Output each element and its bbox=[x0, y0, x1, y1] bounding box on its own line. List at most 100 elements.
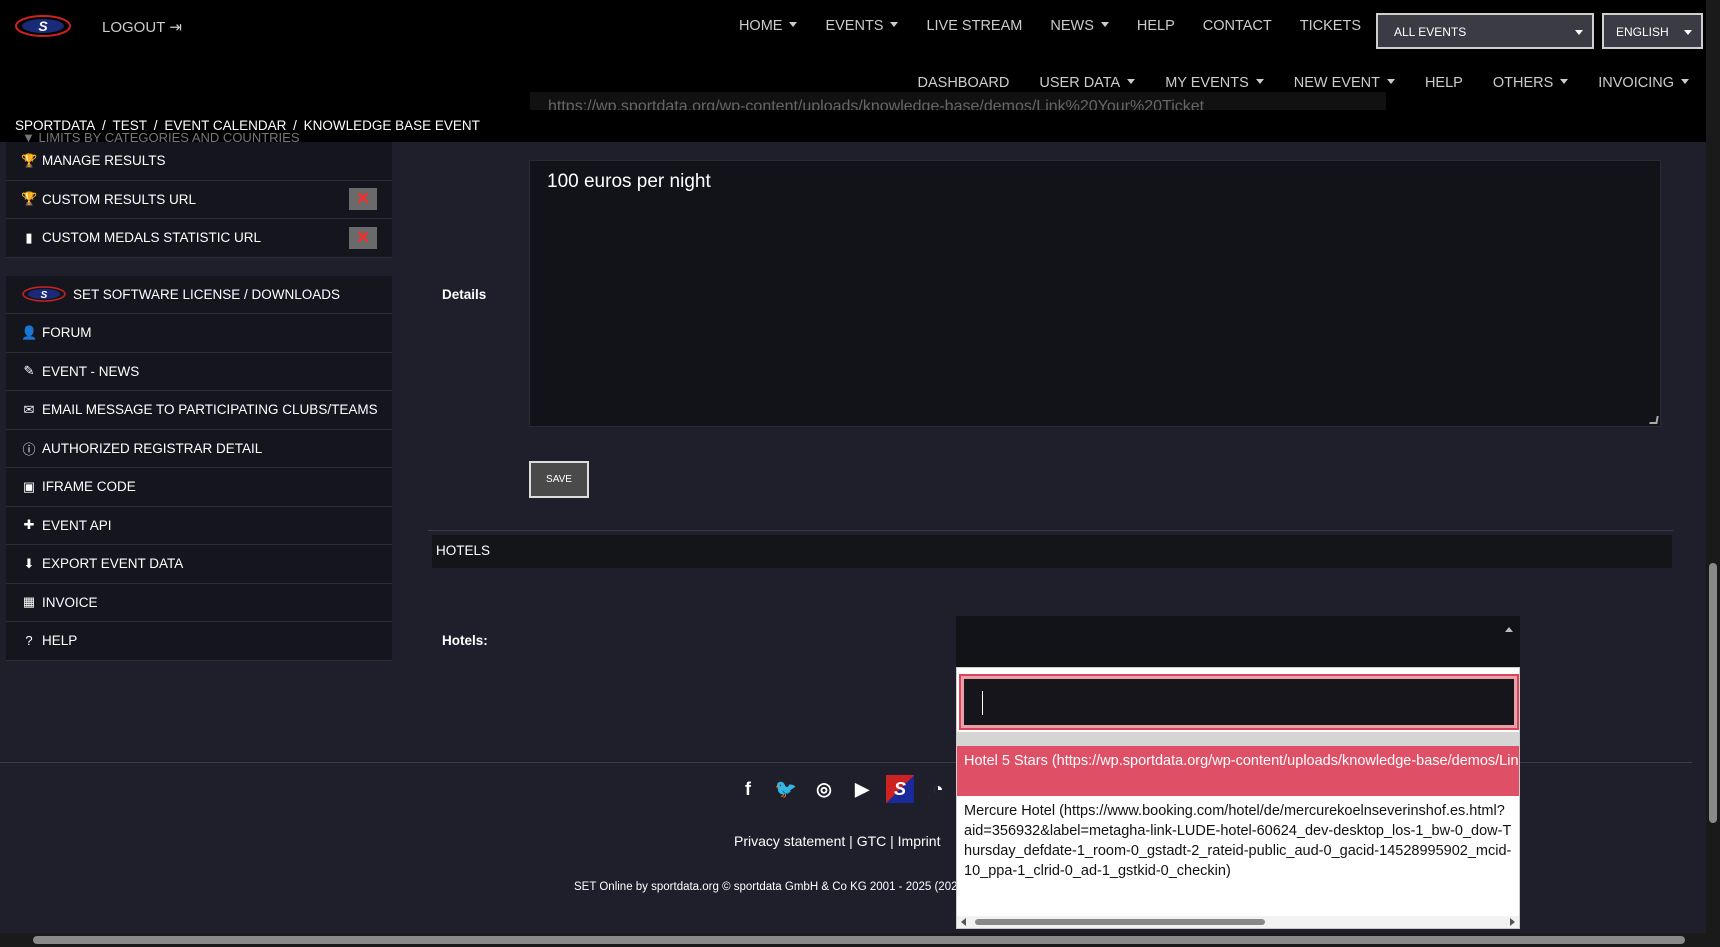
footer-copyright: SET Online by sportdata.org © sportdata … bbox=[574, 881, 964, 893]
scrollbar-thumb[interactable] bbox=[975, 919, 1265, 925]
nav-item-events[interactable]: EVENTS bbox=[825, 18, 898, 34]
top-navbar: S LOGOUT ⇥ HOME EVENTS LIVE STREAM NEWS HELP… bbox=[0, 0, 1706, 56]
scroll-left-icon[interactable] bbox=[961, 918, 966, 926]
subnav-item-user-data[interactable]: USER DATA bbox=[1039, 75, 1135, 91]
hotel-options: Hotel 5 Stars (https://wp.sportdata.org/… bbox=[957, 746, 1519, 902]
page-vertical-scrollbar[interactable] bbox=[1706, 0, 1720, 933]
hotels-section-header: HOTELS bbox=[432, 535, 1672, 568]
dropdown-horizontal-scrollbar[interactable] bbox=[957, 916, 1519, 928]
faded-limits-text: LIMITS BY CATEGORIES AND COUNTRIES bbox=[38, 130, 300, 145]
events-select[interactable]: ALL EVENTS bbox=[1376, 13, 1594, 49]
footer-link-separator: | bbox=[845, 833, 857, 849]
resize-handle[interactable] bbox=[1649, 416, 1659, 424]
sidebar-item-label: IFRAME CODE bbox=[42, 479, 136, 495]
envelope-icon: ✉ bbox=[23, 401, 35, 417]
footer-link-privacy-statement[interactable]: Privacy statement bbox=[734, 833, 845, 849]
nav-item-contact[interactable]: CONTACT bbox=[1203, 18, 1272, 34]
subnav-item-dashboard[interactable]: DASHBOARD bbox=[918, 75, 1010, 91]
dropdown-search-wrap bbox=[957, 668, 1519, 746]
hotel-option[interactable]: Mercure Hotel (https://www.booking.com/h… bbox=[957, 796, 1519, 902]
social-links: f 🐦 ◎ ▶ S ◔ bbox=[734, 775, 952, 803]
sidebar-item-event-news[interactable]: ✎ EVENT - NEWS bbox=[6, 353, 392, 391]
faded-limits-item: ▼ LIMITS BY CATEGORIES AND COUNTRIES bbox=[22, 130, 300, 145]
sidebar-group-results: 🏆 MANAGE RESULTS 🏆 CUSTOM RESULTS URL ✕ ▮ CUST… bbox=[6, 142, 392, 258]
horizontal-scrollbar-thumb[interactable] bbox=[33, 936, 1685, 944]
hotels-dropdown: Hotel 5 Stars (https://wp.sportdata.org/… bbox=[956, 667, 1520, 929]
rss-icon[interactable]: ◔ bbox=[924, 775, 952, 803]
page-horizontal-scrollbar[interactable] bbox=[0, 933, 1720, 947]
details-textarea[interactable]: 100 euros per night bbox=[529, 160, 1661, 427]
sidebar-item-help[interactable]: ? HELP bbox=[6, 622, 392, 661]
scroll-right-icon[interactable] bbox=[1510, 918, 1515, 926]
bar-chart-icon: ▮ bbox=[25, 229, 33, 245]
sidebar-item-event-api[interactable]: ✚ EVENT API bbox=[6, 507, 392, 545]
subnav-item-invoicing[interactable]: INVOICING bbox=[1598, 75, 1689, 91]
nav-item-home[interactable]: HOME bbox=[739, 18, 798, 34]
logout-icon: ⇥ bbox=[169, 19, 182, 36]
sidebar-item-invoice[interactable]: ▦ INVOICE bbox=[6, 584, 392, 622]
footer-link-gtc[interactable]: GTC bbox=[857, 833, 887, 849]
nav-item-help[interactable]: HELP bbox=[1137, 18, 1175, 34]
sidebar-item-manage-results[interactable]: 🏆 MANAGE RESULTS bbox=[6, 142, 392, 181]
sidebar-item-iframe-code[interactable]: ▣ IFRAME CODE bbox=[6, 468, 392, 507]
logout-link[interactable]: LOGOUT ⇥ bbox=[102, 18, 182, 37]
footer-link-separator: | bbox=[886, 833, 898, 849]
facebook-icon[interactable]: f bbox=[734, 775, 762, 803]
breadcrumb-item[interactable]: KNOWLEDGE BASE EVENT bbox=[304, 118, 480, 133]
hotels-label: Hotels: bbox=[442, 633, 488, 648]
details-value: 100 euros per night bbox=[547, 171, 711, 192]
sidebar-item-label: EVENT - NEWS bbox=[42, 363, 140, 379]
news-icon: ✎ bbox=[23, 363, 35, 379]
footer-links: Privacy statement | GTC | Imprint bbox=[734, 833, 940, 849]
puzzle-icon: ✚ bbox=[23, 517, 35, 533]
sidebar: 🏆 MANAGE RESULTS 🏆 CUSTOM RESULTS URL ✕ ▮ CUST… bbox=[6, 142, 392, 661]
delete-icon[interactable]: ✕ bbox=[349, 226, 377, 249]
sidebar-item-custom-medals-statistic-url[interactable]: ▮ CUSTOM MEDALS STATISTIC URL ✕ bbox=[6, 219, 392, 258]
language-select[interactable]: ENGLISH bbox=[1602, 13, 1703, 49]
subnav-item-help[interactable]: HELP bbox=[1425, 75, 1463, 91]
sidebar-item-label: AUTHORIZED REGISTRAR DETAIL bbox=[42, 440, 263, 456]
invoice-icon: ▦ bbox=[22, 594, 36, 610]
youtube-icon[interactable]: ▶ bbox=[848, 775, 876, 803]
export-icon: ⬇ bbox=[23, 555, 35, 571]
trophy-icon: 🏆 bbox=[21, 152, 38, 168]
sidebar-item-label: SET SOFTWARE LICENSE / DOWNLOADS bbox=[73, 286, 341, 302]
nav-item-news[interactable]: NEWS bbox=[1050, 18, 1109, 34]
details-label: Details bbox=[442, 287, 487, 302]
sidebar-item-authorized-registrar-detail[interactable]: ⓘ AUTHORIZED REGISTRAR DETAIL bbox=[6, 430, 392, 468]
subnav-item-others[interactable]: OTHERS bbox=[1493, 75, 1568, 91]
code-icon: ▣ bbox=[22, 478, 36, 494]
sportdata-icon[interactable]: S bbox=[886, 775, 914, 803]
info-icon: ⓘ bbox=[22, 441, 36, 457]
nav-item-live-stream[interactable]: LIVE STREAM bbox=[926, 18, 1022, 34]
subnav-item-new-event[interactable]: NEW EVENT bbox=[1294, 75, 1395, 91]
footer-link-imprint[interactable]: Imprint bbox=[898, 833, 941, 849]
hotel-option[interactable]: Hotel 5 Stars (https://wp.sportdata.org/… bbox=[957, 746, 1519, 796]
sportdata-logo[interactable]: S bbox=[14, 12, 72, 40]
set-logo-icon: S bbox=[22, 286, 66, 302]
vertical-scrollbar-thumb[interactable] bbox=[1709, 563, 1717, 823]
instagram-icon[interactable]: ◎ bbox=[810, 775, 838, 803]
svg-text:S: S bbox=[41, 290, 48, 301]
nav-item-tickets[interactable]: TICKETS bbox=[1300, 18, 1361, 34]
sidebar-item-set-software-license-downloads[interactable]: S SET SOFTWARE LICENSE / DOWNLOADS bbox=[6, 276, 392, 314]
hotels-select[interactable] bbox=[956, 616, 1520, 668]
dropdown-search-input[interactable] bbox=[959, 674, 1519, 730]
section-divider bbox=[428, 530, 1673, 531]
sidebar-item-email-message-to-participating-clubs-teams[interactable]: ✉ EMAIL MESSAGE TO PARTICIPATING CLUBS/TE… bbox=[6, 391, 392, 430]
subnav-item-my-events[interactable]: MY EVENTS bbox=[1165, 75, 1264, 91]
sidebar-item-forum[interactable]: 👤 FORUM bbox=[6, 314, 392, 353]
save-button[interactable]: SAVE bbox=[529, 461, 589, 498]
twitter-icon[interactable]: 🐦 bbox=[772, 775, 800, 803]
secondary-nav: DASHBOARD USER DATA MY EVENTS NEW EVENT HELP… bbox=[918, 75, 1689, 91]
sidebar-item-label: HELP bbox=[42, 633, 78, 649]
delete-icon[interactable]: ✕ bbox=[349, 188, 377, 211]
text-cursor bbox=[982, 691, 983, 715]
sidebar-item-label: CUSTOM RESULTS URL bbox=[42, 191, 197, 207]
help-icon: ? bbox=[25, 633, 33, 649]
language-select-value: ENGLISH bbox=[1616, 25, 1669, 39]
trophy-icon: 🏆 bbox=[21, 191, 38, 207]
sidebar-item-custom-results-url[interactable]: 🏆 CUSTOM RESULTS URL ✕ bbox=[6, 181, 392, 219]
events-select-value: ALL EVENTS bbox=[1394, 25, 1467, 39]
sidebar-item-export-event-data[interactable]: ⬇ EXPORT EVENT DATA bbox=[6, 545, 392, 584]
